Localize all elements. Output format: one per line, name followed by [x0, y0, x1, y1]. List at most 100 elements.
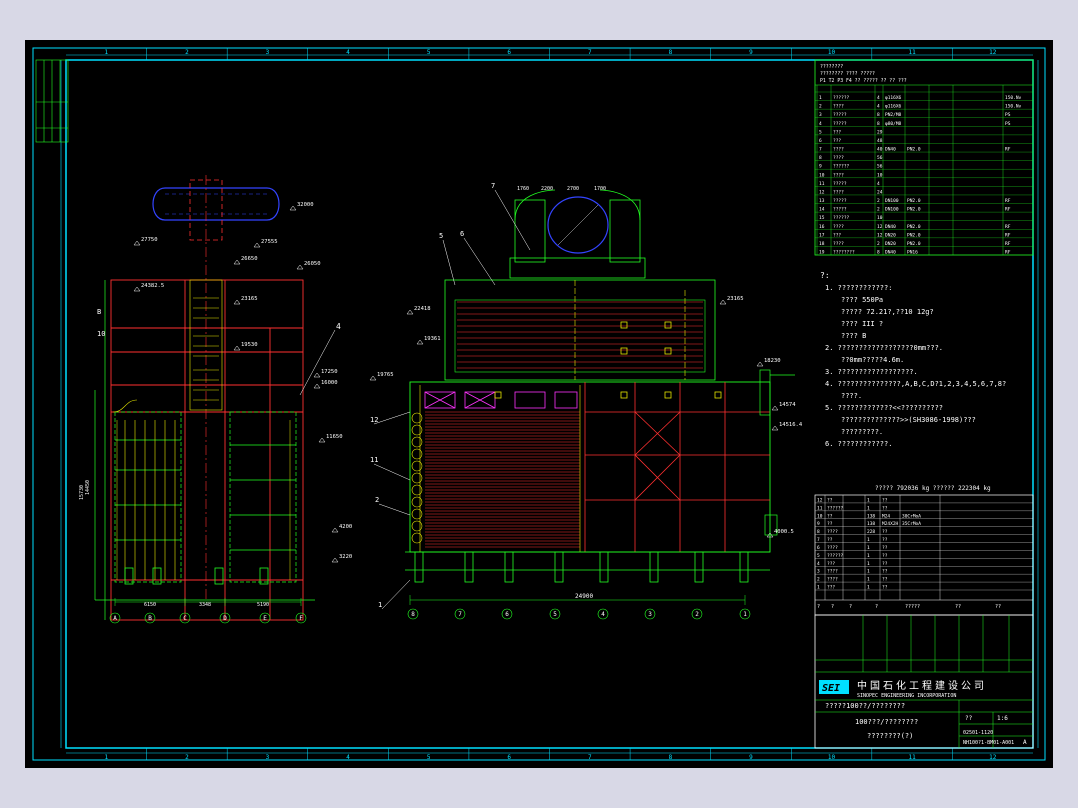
- grid-number-bottom: 8: [669, 754, 673, 761]
- parts-table-cell: 15: [819, 215, 825, 221]
- parts-table-cell: 1: [867, 553, 870, 559]
- parts-table-cell: ???: [833, 138, 841, 144]
- parts-table-header: ?: [875, 604, 878, 610]
- callout-number: 5: [439, 232, 443, 240]
- parts-table-cell: ????: [833, 189, 844, 195]
- note-line: ?????????.: [841, 428, 883, 436]
- elevation-label: 24382.5: [141, 283, 164, 289]
- parts-table-cell: ??: [827, 537, 833, 543]
- grid-number-bottom: 4: [346, 754, 350, 761]
- grid-number-top: 8: [669, 49, 673, 56]
- note-line: ???? 550Pa: [841, 296, 883, 304]
- parts-table-cell: 4: [819, 121, 822, 127]
- parts-table-cell: DN40: [885, 224, 896, 230]
- callout-leader: [378, 503, 411, 516]
- parts-table-cell: 35CrMoA: [902, 521, 921, 527]
- parts-table-cell: 3: [817, 569, 820, 575]
- parts-table-cell: 40: [877, 147, 883, 153]
- parts-table-cell: ??????: [833, 215, 850, 221]
- parts-table-cell: 7: [817, 537, 820, 543]
- side-view: A B C D E F 6150 3348 5190 32000 27750 27555 26650…: [79, 175, 352, 624]
- elevation-mark: [771, 405, 779, 411]
- callout-number: 7: [491, 182, 495, 190]
- elevation-label: 4000.5: [774, 529, 794, 535]
- grid-number-bottom: 12: [989, 754, 997, 761]
- side-view-axis-bubbles: A B C D E F: [109, 612, 307, 624]
- parts-table-cell: 138: [867, 521, 875, 527]
- cad-viewport[interactable]: 1 2 3 4 5 6 7 8 9 10 11 12 1 2 3 4 5 6 7 8 9 10 11 12: [25, 40, 1053, 768]
- parts-table-cell: 10: [877, 172, 883, 178]
- parts-table-cell: ????: [827, 577, 838, 583]
- parts-table-cell: DN100: [885, 207, 899, 213]
- grid-number-top: 2: [185, 49, 189, 56]
- grid-number-bottom: 5: [427, 754, 431, 761]
- parts-table-cell: ??: [827, 521, 833, 527]
- note-line: 1. ????????????:: [825, 284, 892, 292]
- parts-table-cell: 10: [877, 215, 883, 221]
- parts-table-cell: 6: [819, 138, 822, 144]
- parts-table-cell: 12: [877, 232, 883, 238]
- elevation-label: 11650: [326, 434, 343, 440]
- parts-table-cell: 9: [819, 164, 822, 170]
- elevation-mark: [296, 264, 304, 270]
- return-bend: [411, 496, 423, 508]
- axis-bubble-label: 8: [411, 611, 415, 618]
- grid-numbers-bottom: 1 2 3 4 5 6 7 8 9 10 11 12: [104, 748, 997, 761]
- parts-table-cell: ????: [827, 569, 838, 575]
- notes-block: ?: 1. ????????????: ???? 550Pa ????? 72.21…: [820, 271, 1006, 448]
- elevation-mark: [756, 361, 764, 367]
- parts-table-cell: 9: [817, 521, 820, 527]
- axis-bubble-label: 6: [505, 611, 509, 618]
- grid-number-bottom: 11: [909, 754, 917, 761]
- parts-table-cell: φ116X6: [885, 95, 902, 101]
- parts-table-cell: 2: [877, 241, 880, 247]
- parts-table-cell: 16: [819, 224, 825, 230]
- front-top-duct: [509, 189, 646, 279]
- axis-bubble-label: 3: [648, 611, 652, 618]
- callout-leader: [463, 237, 496, 286]
- parts-table-cell: PN2.0: [907, 232, 921, 238]
- grid-number-bottom: 9: [749, 754, 753, 761]
- elevation-label: 3220: [339, 554, 352, 560]
- parts-table-cell: PN2.0: [907, 207, 921, 213]
- parts-table-cell: 4: [877, 95, 880, 101]
- grid-number-top: 11: [909, 49, 917, 56]
- parts-table-cell: 8: [877, 112, 880, 118]
- grid-number-top: 12: [989, 49, 997, 56]
- elevation-mark: [133, 286, 141, 292]
- parts-table-cell: 1: [817, 585, 820, 591]
- parts-table-cell: ???: [827, 585, 835, 591]
- elevation-mark: [289, 205, 297, 211]
- parts-table-cell: PN2.0: [907, 241, 921, 247]
- parts-table-cell: ????: [833, 155, 844, 161]
- parts-table-cell: PN2.0: [907, 198, 921, 204]
- parts-table-cell: ????????: [833, 250, 855, 256]
- axis-bubble-label: 2: [695, 611, 699, 618]
- grid-number-bottom: 1: [104, 754, 108, 761]
- callout-number: 6: [460, 230, 464, 238]
- parts-table-cell: PN2/M8: [885, 112, 902, 118]
- parts-table-cell: 1: [867, 505, 870, 511]
- parts-table-cell: 5: [819, 129, 822, 135]
- parts-table-cell: ?????: [833, 121, 847, 127]
- company-name-en: SINOPEC ENGINEERING INCORPORATION: [857, 693, 956, 699]
- parts-table-cell: 3: [819, 112, 822, 118]
- parts-table-header: ?: [831, 604, 834, 610]
- parts-table-cell: ?????: [833, 198, 847, 204]
- parts-table-cell: 12: [817, 497, 823, 503]
- note-line: 5. ?????????????<<??????????: [825, 404, 943, 412]
- parts-table-cell: ?????: [833, 112, 847, 118]
- axis-bubble-label: D: [223, 615, 227, 622]
- parts-table-top: ???????????????? ???? ????? P1 T2 P3 F4 ?…: [814, 59, 1034, 256]
- parts-table-header: P1 T2 P3 F4 ?? ????? ?? ?? ???: [820, 78, 907, 84]
- parts-table-cell: 8: [877, 121, 880, 127]
- parts-table-cell: 29: [877, 129, 883, 135]
- elevation-mark: [771, 425, 779, 431]
- parts-table-cell: 48: [877, 138, 883, 144]
- parts-table-cell: DN40: [885, 147, 896, 153]
- parts-table-cell: ??????: [827, 553, 844, 559]
- return-bend: [411, 412, 423, 424]
- dimension-label: 2700: [567, 186, 579, 192]
- parts-table-cell: ???: [827, 561, 835, 567]
- note-line: ???? B: [841, 332, 866, 340]
